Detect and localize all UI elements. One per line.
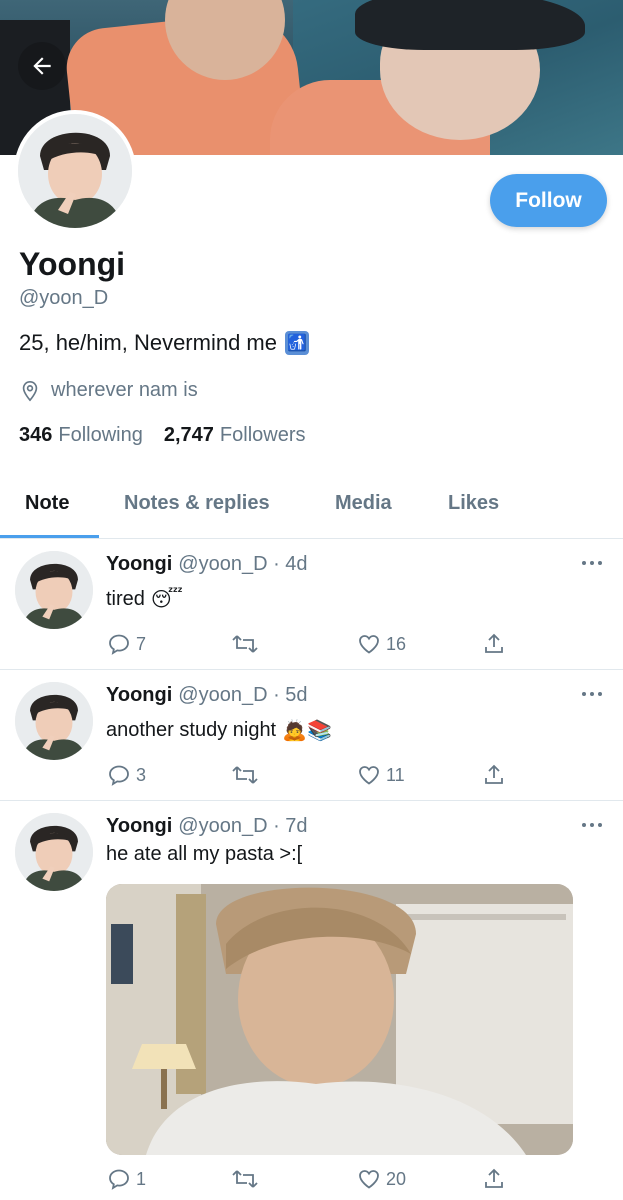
avatar-image [15, 682, 93, 760]
retweet-button[interactable] [231, 1167, 263, 1191]
more-dots-icon[interactable] [580, 817, 604, 833]
retweet-icon [232, 1170, 258, 1188]
tweet-meta: @yoon_D · 5d [178, 684, 308, 706]
tweet-text: he ate all my pasta >:[ [106, 843, 302, 866]
reply-icon [109, 634, 129, 655]
profile-handle: @yoon_D [19, 287, 109, 309]
tweet-text: tired 😴 [106, 587, 183, 612]
reply-icon [109, 1169, 129, 1190]
tweet-author-name[interactable]: Yoongi [106, 553, 172, 576]
reply-button[interactable]: 1 [106, 1167, 146, 1191]
profile-bio: 25, he/him, Nevermind me 🚮 [19, 330, 309, 356]
profile-tabs: Note Notes & replies Media Likes [0, 470, 623, 538]
profile-display-name: Yoongi [19, 246, 126, 282]
like-button[interactable]: 11 [356, 763, 405, 787]
tweet-meta: @yoon_D · 7d [178, 815, 308, 837]
avatar-image [15, 551, 93, 629]
arrow-left-icon [33, 57, 51, 75]
tweet-actions: 3 11 [106, 763, 506, 789]
share-button[interactable] [481, 632, 511, 656]
followers-link[interactable]: 2,747 Followers [164, 424, 306, 447]
tweet-emoji: 😴 [150, 589, 183, 611]
share-button[interactable] [481, 1167, 511, 1191]
tweet-meta: @yoon_D · 4d [178, 553, 308, 575]
following-link[interactable]: 346 Following [19, 424, 143, 447]
tweet-avatar[interactable] [15, 682, 93, 760]
like-count: 16 [386, 633, 407, 654]
heart-icon [359, 766, 379, 785]
reply-button[interactable]: 3 [106, 763, 146, 787]
tab-notes-replies[interactable]: Notes & replies [124, 470, 270, 536]
heart-icon [359, 635, 379, 654]
retweet-button[interactable] [231, 632, 263, 656]
tweet-emoji: 🙇📚 [282, 720, 332, 742]
avatar-image [15, 813, 93, 891]
tweet-text-body: another study night [106, 719, 277, 741]
tweet-author-name[interactable]: Yoongi [106, 815, 172, 838]
tweet-text-body: he ate all my pasta >:[ [106, 843, 303, 865]
tweet-item[interactable]: Yoongi @yoon_D · 4d tired 😴 7 16 [0, 539, 623, 670]
followers-label: Followers [219, 424, 306, 446]
like-count: 20 [386, 1168, 407, 1189]
share-icon [485, 764, 503, 784]
profile-avatar[interactable] [14, 110, 136, 232]
location-text: wherever nam is [51, 379, 198, 401]
like-button[interactable]: 20 [356, 1167, 406, 1191]
bio-text: 25, he/him, Nevermind me [19, 330, 277, 355]
tweet-header: Yoongi @yoon_D · 4d [106, 553, 308, 576]
more-dots-icon[interactable] [580, 686, 604, 702]
location-pin-icon [22, 380, 38, 401]
tweet-avatar[interactable] [15, 813, 93, 891]
banner-cap [355, 0, 585, 50]
retweet-icon [232, 635, 258, 653]
reply-count: 7 [136, 633, 147, 654]
tweet-item[interactable]: Yoongi @yoon_D · 5d another study night … [0, 670, 623, 801]
follow-button[interactable]: Follow [490, 174, 607, 227]
media-photo [106, 884, 573, 1155]
tweet-actions: 7 16 [106, 632, 506, 658]
follow-counts: 346 Following 2,747 Followers [19, 424, 327, 447]
back-button[interactable] [18, 42, 66, 90]
more-dots-icon[interactable] [580, 555, 604, 571]
tweet-header: Yoongi @yoon_D · 5d [106, 684, 308, 707]
tweet-author-name[interactable]: Yoongi [106, 684, 172, 707]
tweet-text-body: tired [106, 588, 145, 610]
reply-count: 1 [136, 1168, 147, 1189]
followers-count: 2,747 [163, 424, 214, 446]
tweet-actions: 1 20 [106, 1167, 506, 1193]
retweet-icon [232, 766, 258, 784]
tab-media[interactable]: Media [335, 470, 392, 536]
like-count: 11 [386, 764, 405, 785]
tweet-text: another study night 🙇📚 [106, 718, 332, 743]
avatar-image [18, 114, 132, 228]
tweet-avatar[interactable] [15, 551, 93, 629]
heart-icon [359, 1170, 379, 1189]
share-button[interactable] [481, 763, 511, 787]
profile-location: wherever nam is [19, 379, 198, 402]
share-icon [485, 633, 503, 653]
retweet-button[interactable] [231, 763, 263, 787]
reply-button[interactable]: 7 [106, 632, 146, 656]
tab-likes[interactable]: Likes [448, 470, 499, 536]
like-button[interactable]: 16 [356, 632, 406, 656]
reply-icon [109, 765, 129, 786]
share-icon [485, 1168, 503, 1188]
trash-emoji-icon: 🚮 [285, 331, 309, 355]
tweet-header: Yoongi @yoon_D · 7d [106, 815, 308, 838]
tweet-media-image[interactable] [106, 884, 573, 1155]
tab-note[interactable]: Note [25, 470, 69, 536]
reply-count: 3 [136, 764, 147, 785]
following-count: 346 [19, 424, 53, 446]
following-label: Following [58, 424, 143, 446]
